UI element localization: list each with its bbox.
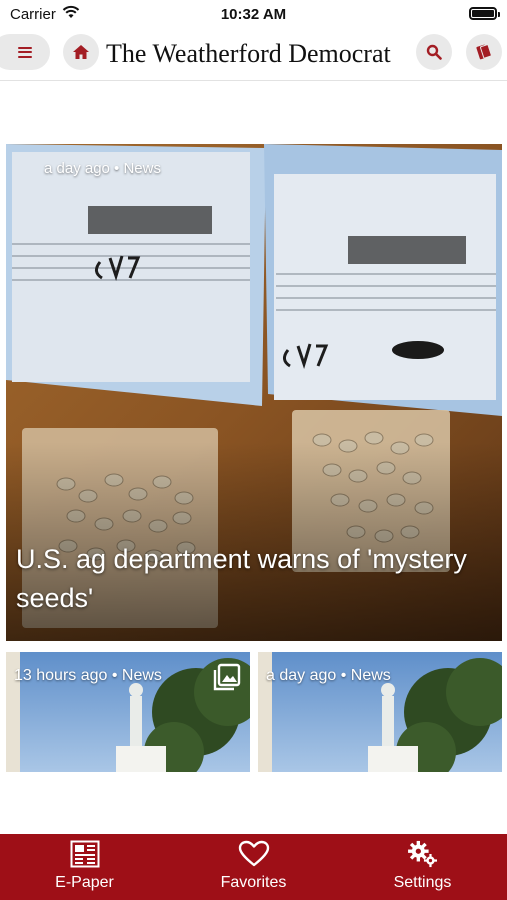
article-meta: 13 hours ago • News xyxy=(14,667,162,684)
tab-favorites-label: Favorites xyxy=(220,874,287,891)
gears-icon xyxy=(407,840,437,868)
tab-epaper[interactable]: E-Paper xyxy=(0,834,169,900)
search-button[interactable] xyxy=(416,34,452,70)
tab-epaper-label: E-Paper xyxy=(55,874,114,891)
hero-article-title[interactable]: U.S. ag department warns of 'mystery see… xyxy=(16,540,486,618)
hero-article-meta: a day ago • News xyxy=(44,160,161,177)
article-card[interactable]: 13 hours ago • News xyxy=(6,652,250,772)
tab-favorites[interactable]: Favorites xyxy=(169,834,338,900)
epaper-header-button[interactable] xyxy=(466,34,502,70)
home-icon xyxy=(73,45,89,59)
clock: 10:32 AM xyxy=(220,6,287,23)
status-bar: Carrier 10:32 AM xyxy=(0,0,507,28)
bottom-tab-bar: E-Paper Favorites Settings xyxy=(0,834,507,900)
brand-title[interactable]: The Weatherford Democrat xyxy=(106,39,391,69)
photo-gallery-icon[interactable] xyxy=(212,662,242,692)
battery-icon xyxy=(469,7,500,20)
tab-settings-label: Settings xyxy=(393,874,452,891)
tab-settings[interactable]: Settings xyxy=(338,834,507,900)
heart-icon xyxy=(238,840,269,867)
hero-article-card[interactable]: a day ago • News U.S. ag department warn… xyxy=(6,144,502,641)
epaper-book-icon xyxy=(476,44,492,60)
menu-button[interactable] xyxy=(0,34,50,70)
article-meta: a day ago • News xyxy=(266,667,391,684)
article-card[interactable]: a day ago • News xyxy=(258,652,502,772)
app-header: The Weatherford Democrat xyxy=(0,28,507,81)
home-button[interactable] xyxy=(63,34,99,70)
newspaper-icon xyxy=(70,840,99,868)
hamburger-icon xyxy=(18,46,32,58)
search-icon xyxy=(426,44,442,60)
